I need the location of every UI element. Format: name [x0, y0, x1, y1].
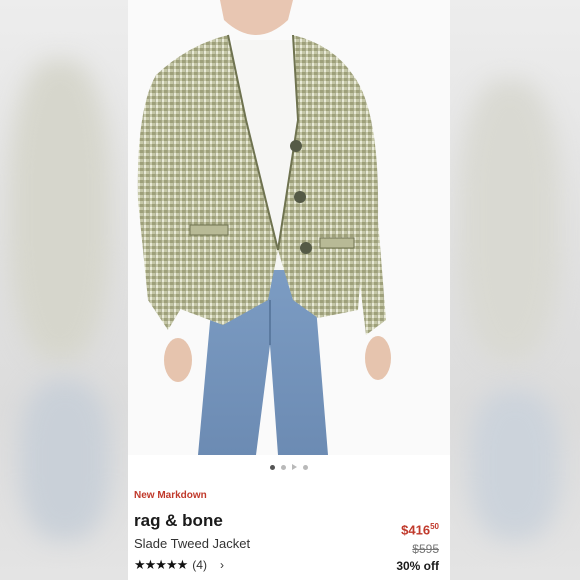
- rating-row[interactable]: ★★★★★ (4) ›: [134, 557, 224, 573]
- chevron-right-icon[interactable]: ›: [220, 558, 224, 572]
- backdrop-left: [0, 0, 128, 580]
- model-jacket-illustration: [137, 0, 391, 455]
- markdown-badge: New Markdown: [134, 490, 207, 501]
- backdrop-right: [450, 0, 580, 580]
- original-price: $595: [412, 542, 439, 556]
- brand-name[interactable]: rag & bone: [134, 511, 223, 531]
- carousel-dot-1[interactable]: [270, 464, 275, 470]
- product-image[interactable]: [128, 0, 450, 455]
- play-icon[interactable]: [292, 464, 297, 470]
- review-count: (4): [192, 558, 207, 572]
- sale-price-dollars: $416: [401, 522, 431, 538]
- product-name[interactable]: Slade Tweed Jacket: [134, 536, 250, 551]
- carousel-dot-2[interactable]: [281, 464, 286, 470]
- sale-price: $41650: [401, 522, 439, 537]
- sale-price-cents: 50: [430, 522, 439, 531]
- carousel-indicator[interactable]: [128, 462, 450, 472]
- discount-label: 30% off: [396, 559, 439, 573]
- carousel-dot-4[interactable]: [303, 464, 308, 470]
- product-card[interactable]: New Markdown rag & bone Slade Tweed Jack…: [128, 0, 450, 580]
- star-rating-icon: ★★★★★: [134, 557, 188, 572]
